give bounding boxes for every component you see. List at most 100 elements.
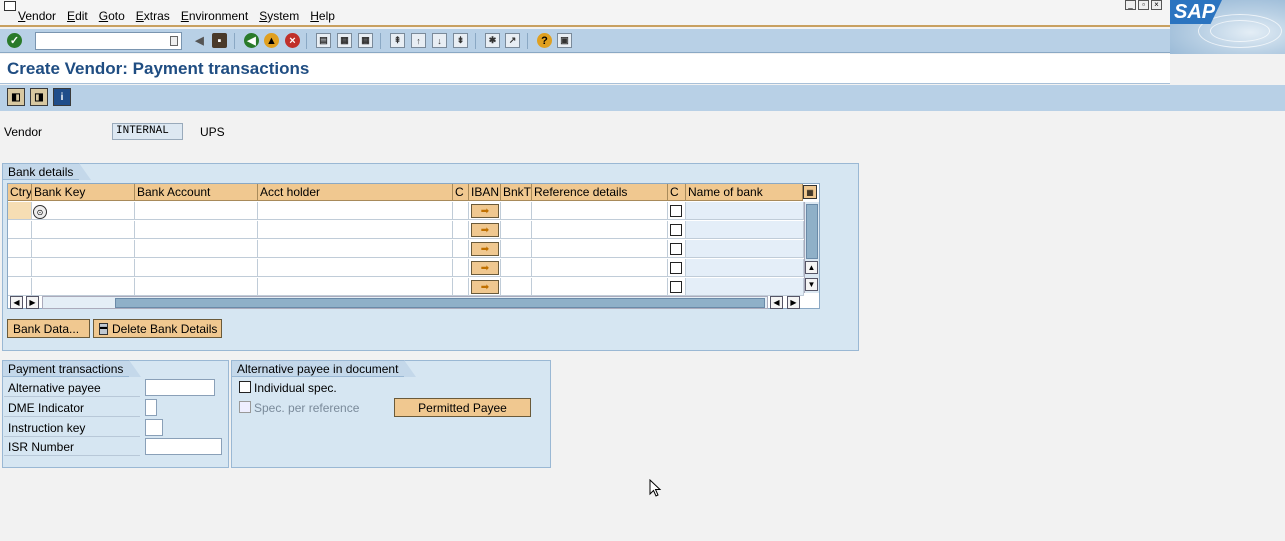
scroll-up-icon[interactable]: ▲ <box>805 261 818 274</box>
table-cell[interactable] <box>32 240 135 258</box>
customize-layout-icon[interactable]: ▣ <box>557 33 572 48</box>
table-cell[interactable] <box>135 202 258 220</box>
table-cell[interactable] <box>135 278 258 296</box>
menu-vendor[interactable]: Vendor <box>18 9 56 23</box>
table-cell[interactable] <box>453 202 469 220</box>
scroll-right-end-icon[interactable]: ▶ <box>787 296 800 309</box>
collection-authorization-checkbox[interactable] <box>670 205 682 217</box>
print-icon[interactable]: ▤ <box>316 33 331 48</box>
horizontal-scrollbar[interactable] <box>42 296 768 309</box>
back-arrow-small-icon[interactable]: ◀ <box>192 33 207 48</box>
table-cell[interactable] <box>8 221 32 239</box>
instruction-key-field[interactable] <box>145 419 163 436</box>
collection-authorization-checkbox[interactable] <box>670 224 682 236</box>
find-icon[interactable]: ▦ <box>337 33 352 48</box>
menu-extras[interactable]: Extras <box>136 9 170 23</box>
shortcut-icon[interactable]: ↗ <box>505 33 520 48</box>
table-cell[interactable] <box>453 278 469 296</box>
iban-arrow-button[interactable]: ➡ <box>471 261 499 275</box>
delete-bank-details-button[interactable]: ▬ Delete Bank Details <box>93 319 222 338</box>
value-help-icon[interactable]: ⊙ <box>33 205 47 219</box>
table-cell[interactable] <box>32 221 135 239</box>
collection-authorization-checkbox[interactable] <box>670 243 682 255</box>
table-cell[interactable] <box>8 240 32 258</box>
menu-system[interactable]: System <box>259 9 299 23</box>
table-cell[interactable] <box>258 240 453 258</box>
horizontal-scroll-thumb[interactable] <box>115 298 765 308</box>
cancel-icon[interactable]: × <box>285 33 300 48</box>
table-cell[interactable] <box>501 278 532 296</box>
dme-indicator-field[interactable] <box>145 399 157 416</box>
table-cell[interactable] <box>532 221 668 239</box>
back-icon[interactable]: ◀ <box>244 33 259 48</box>
col-header-c2[interactable]: C <box>668 184 686 201</box>
vertical-scroll-thumb[interactable] <box>806 204 818 259</box>
scroll-right-icon[interactable]: ▶ <box>26 296 39 309</box>
menu-goto[interactable]: Goto <box>99 9 125 23</box>
iban-arrow-button[interactable]: ➡ <box>471 223 499 237</box>
table-cell[interactable] <box>501 221 532 239</box>
table-settings-icon[interactable]: ▦ <box>803 185 817 199</box>
command-field[interactable] <box>35 32 182 50</box>
table-cell[interactable] <box>258 259 453 277</box>
iban-arrow-button[interactable]: ➡ <box>471 242 499 256</box>
scroll-left-icon[interactable]: ◀ <box>10 296 23 309</box>
minimize-icon[interactable]: _ <box>1125 0 1136 10</box>
table-cell[interactable] <box>32 202 135 220</box>
table-cell[interactable] <box>532 259 668 277</box>
col-header-iban[interactable]: IBAN <box>469 184 501 201</box>
command-history-icon[interactable] <box>170 36 178 46</box>
table-cell[interactable] <box>453 240 469 258</box>
table-cell[interactable] <box>258 221 453 239</box>
info-icon[interactable]: i <box>53 88 71 106</box>
table-cell[interactable] <box>32 278 135 296</box>
collection-authorization-checkbox[interactable] <box>670 262 682 274</box>
next-page-icon[interactable]: ↓ <box>432 33 447 48</box>
exit-icon[interactable]: ▲ <box>264 33 279 48</box>
col-header-bank-key[interactable]: Bank Key <box>32 184 135 201</box>
table-cell[interactable] <box>501 259 532 277</box>
close-window-icon[interactable]: × <box>1151 0 1162 10</box>
alternative-payee-field[interactable] <box>145 379 215 396</box>
table-cell[interactable] <box>8 259 32 277</box>
table-cell[interactable] <box>8 278 32 296</box>
bank-data-button[interactable]: Bank Data... <box>7 319 90 338</box>
table-cell[interactable] <box>135 240 258 258</box>
table-cell[interactable] <box>532 278 668 296</box>
menu-help[interactable]: Help <box>310 9 335 23</box>
table-cell[interactable] <box>258 278 453 296</box>
menu-edit[interactable]: Edit <box>67 9 88 23</box>
col-header-bank-account[interactable]: Bank Account <box>135 184 258 201</box>
last-page-icon[interactable]: ⇟ <box>453 33 468 48</box>
app-window-icon[interactable] <box>4 1 16 11</box>
table-cell[interactable] <box>453 221 469 239</box>
table-cell[interactable] <box>258 202 453 220</box>
iban-arrow-button[interactable]: ➡ <box>471 280 499 294</box>
col-header-bnkt[interactable]: BnkT <box>501 184 532 201</box>
table-cell[interactable] <box>501 240 532 258</box>
scroll-left-end-icon[interactable]: ◀ <box>770 296 783 309</box>
table-cell[interactable] <box>501 202 532 220</box>
help-icon[interactable]: ? <box>537 33 552 48</box>
isr-number-field[interactable] <box>145 438 222 455</box>
table-cell[interactable] <box>532 240 668 258</box>
enter-check-icon[interactable]: ✓ <box>7 33 22 48</box>
col-header-c[interactable]: C <box>453 184 469 201</box>
restore-icon[interactable]: ▫ <box>1138 0 1149 10</box>
individual-spec-checkbox[interactable] <box>239 381 251 393</box>
find-next-icon[interactable]: ▦ <box>358 33 373 48</box>
table-cell[interactable] <box>532 202 668 220</box>
table-cell[interactable] <box>135 221 258 239</box>
table-cell[interactable] <box>135 259 258 277</box>
table-cell[interactable] <box>8 202 32 220</box>
scroll-down-icon[interactable]: ▼ <box>805 278 818 291</box>
table-cell[interactable] <box>453 259 469 277</box>
next-screen-icon[interactable]: ◨ <box>30 88 48 106</box>
create-session-icon[interactable]: ✱ <box>485 33 500 48</box>
save-icon[interactable]: ▪ <box>212 33 227 48</box>
iban-arrow-button[interactable]: ➡ <box>471 204 499 218</box>
menu-environment[interactable]: Environment <box>181 9 248 23</box>
col-header-ctry[interactable]: Ctry <box>8 184 32 201</box>
permitted-payee-button[interactable]: Permitted Payee <box>394 398 531 417</box>
col-header-reference-details[interactable]: Reference details <box>532 184 668 201</box>
